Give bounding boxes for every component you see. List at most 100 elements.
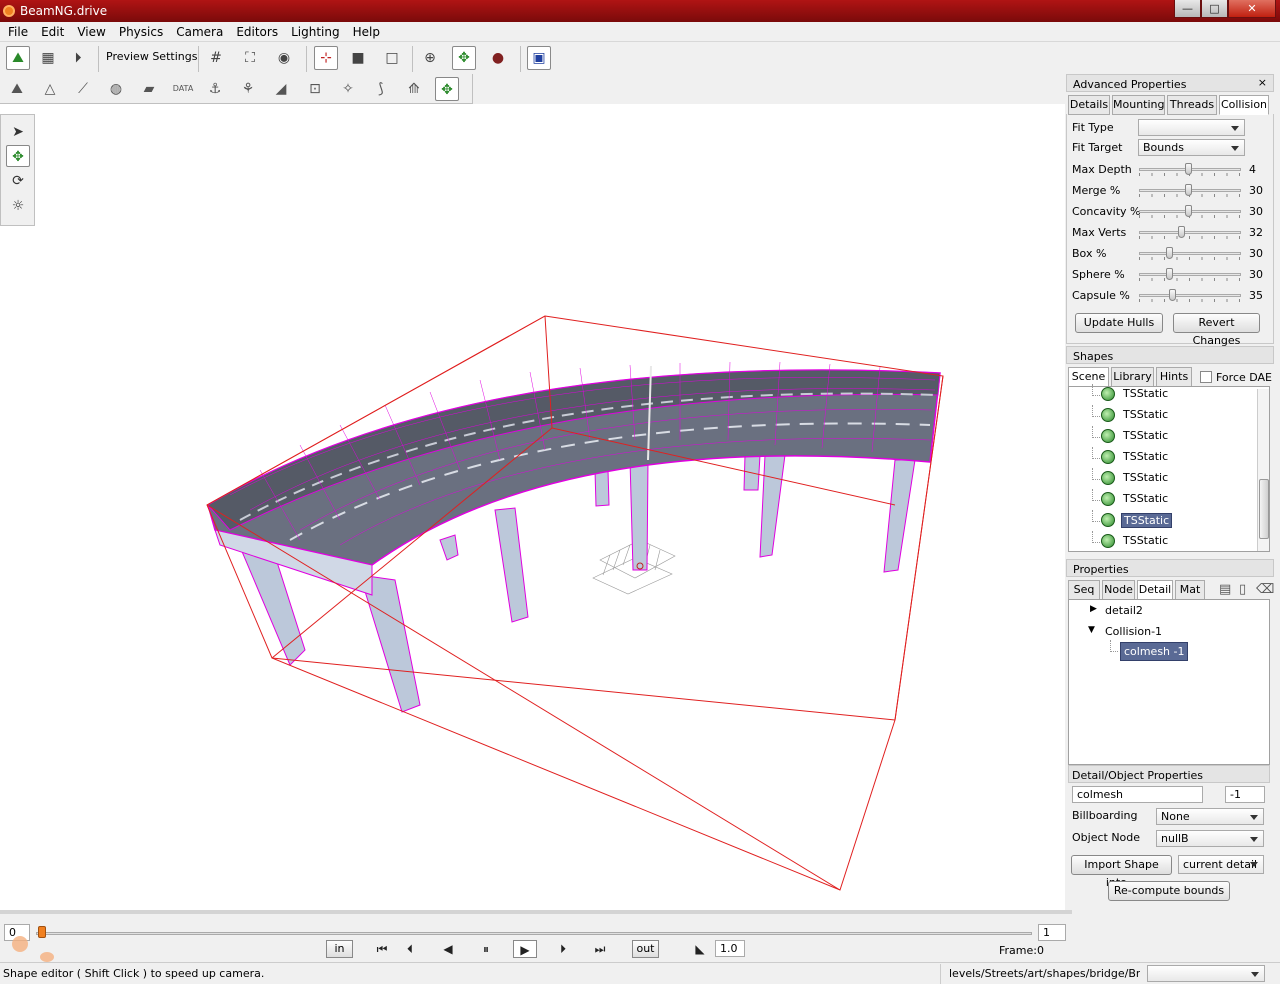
shape-list-item[interactable]: TSStatic (1101, 384, 1251, 404)
skip-end-icon[interactable]: ⏭ (588, 940, 612, 958)
tab-mat[interactable]: Mat (1175, 580, 1205, 600)
path-editor-icon[interactable]: ⟆ (369, 77, 393, 101)
tree-colmesh[interactable]: colmesh -1 (1120, 642, 1189, 661)
scroll-thumb[interactable] (1259, 479, 1269, 539)
shape-list-item[interactable]: TSStatic (1101, 531, 1251, 551)
menu-file[interactable]: File (0, 22, 33, 39)
shape-list-item[interactable]: TSStatic (1101, 468, 1251, 488)
world-editor-icon[interactable]: ⛰ (6, 46, 30, 70)
fit-view-icon[interactable]: ⛶ (238, 46, 262, 70)
timeline-track[interactable] (36, 932, 1032, 935)
wire-box-icon[interactable]: □ (380, 46, 404, 70)
gui-editor-icon[interactable]: ▦ (36, 46, 60, 70)
step-back-icon[interactable]: ⏴ (398, 940, 422, 958)
status-dropdown[interactable] (1147, 965, 1265, 982)
3d-viewport[interactable] (0, 104, 1065, 910)
in-button[interactable]: in (326, 940, 353, 958)
slider[interactable] (1139, 226, 1241, 240)
fit-target-select[interactable]: Bounds (1138, 139, 1245, 156)
material-sphere-icon[interactable]: ● (486, 46, 510, 70)
play-backward-icon[interactable]: ◀ (436, 940, 460, 958)
particle-editor-icon[interactable]: ✧ (336, 77, 360, 101)
save-icon[interactable]: ▤ (1219, 582, 1231, 597)
convex-editor-icon[interactable]: ⟰ (402, 77, 426, 101)
out-button[interactable]: out (632, 940, 659, 958)
timeline-scrubber[interactable] (38, 926, 46, 938)
datablock-editor-icon[interactable]: DATA (171, 77, 195, 101)
recompute-bounds-button[interactable]: Re-compute bounds (1108, 881, 1230, 901)
solid-box-icon[interactable]: ■ (346, 46, 370, 70)
road-editor-icon[interactable]: ⟋ (71, 77, 95, 101)
menu-edit[interactable]: Edit (33, 22, 69, 39)
mesh-icon[interactable]: ✥ (452, 46, 476, 70)
river-editor-icon[interactable]: ◢ (269, 77, 293, 101)
mesh-name-input[interactable]: colmesh (1072, 786, 1203, 803)
tab-mounting[interactable]: Mounting (1112, 95, 1165, 115)
forest-editor-icon[interactable]: ⚘ (236, 77, 260, 101)
force-dae-checkbox[interactable] (1200, 371, 1212, 383)
tab-details[interactable]: Details (1068, 95, 1110, 115)
menu-physics[interactable]: Physics (111, 22, 168, 39)
object-node-select[interactable]: nullB (1156, 830, 1264, 847)
sky-editor-icon[interactable]: ◍ (104, 77, 128, 101)
slider-thumb[interactable] (1185, 184, 1192, 196)
fit-type-select[interactable] (1138, 119, 1245, 136)
revert-changes-button[interactable]: Revert Changes (1173, 313, 1260, 347)
detail-size-input[interactable]: -1 (1225, 786, 1265, 803)
preview-settings-button[interactable]: Preview Settings (106, 50, 197, 63)
skip-start-icon[interactable]: ⏮ (370, 940, 394, 958)
speed-input[interactable]: 1.0 (715, 940, 745, 957)
slider-thumb[interactable] (1185, 205, 1192, 217)
slider[interactable] (1139, 184, 1241, 198)
tab-collision[interactable]: Collision (1219, 95, 1269, 115)
slider[interactable] (1139, 289, 1241, 303)
tab-node[interactable]: Node (1102, 580, 1135, 600)
tree-detail2[interactable]: detail2 (1105, 604, 1143, 617)
play-icon[interactable]: ▶ (513, 940, 537, 958)
object-editor-icon[interactable]: ▰ (137, 77, 161, 101)
slider[interactable] (1139, 247, 1241, 261)
menu-lighting[interactable]: Lighting (283, 22, 345, 39)
slider[interactable] (1139, 163, 1241, 177)
timeline-end-input[interactable]: 1 (1038, 924, 1066, 941)
collapse-arrow-icon[interactable]: ▼ (1088, 625, 1095, 635)
detail-tree[interactable] (1068, 599, 1270, 765)
shape-list-item[interactable]: TSStatic (1101, 426, 1251, 446)
shape-list-item[interactable]: TSStatic (1101, 405, 1251, 425)
close-window-button[interactable]: ✕ (1228, 0, 1276, 18)
grid-icon[interactable]: # (204, 46, 228, 70)
slider-thumb[interactable] (1169, 289, 1176, 301)
tab-detail[interactable]: Detail (1137, 580, 1173, 600)
slider-thumb[interactable] (1166, 247, 1173, 259)
slider-thumb[interactable] (1185, 163, 1192, 175)
shape-list-item[interactable]: TSStatic (1101, 447, 1251, 467)
decal-editor-icon[interactable]: ⚓ (203, 77, 227, 101)
minimize-button[interactable]: — (1174, 0, 1201, 18)
tab-threads[interactable]: Threads (1167, 95, 1217, 115)
step-forward-icon[interactable]: ⏵ (551, 940, 575, 958)
terrain-painter-icon[interactable]: △ (38, 77, 62, 101)
slider[interactable] (1139, 205, 1241, 219)
shapes-scrollbar[interactable] (1257, 389, 1269, 551)
window-icon[interactable]: ▣ (527, 46, 551, 70)
shape-list-item[interactable]: TSStatic (1101, 510, 1251, 530)
tree-collision[interactable]: Collision-1 (1105, 625, 1162, 638)
menu-camera[interactable]: Camera (168, 22, 228, 39)
update-hulls-button[interactable]: Update Hulls (1075, 313, 1163, 333)
rotate-tool-icon[interactable]: ⟳ (6, 170, 30, 192)
billboarding-select[interactable]: None (1156, 808, 1264, 825)
terrain-editor-icon[interactable]: ⛰ (5, 77, 29, 101)
shape-editor-icon[interactable]: ✥ (435, 77, 459, 101)
close-icon[interactable]: × (1258, 76, 1267, 89)
tab-seq[interactable]: Seq (1068, 580, 1100, 600)
menu-help[interactable]: Help (345, 22, 385, 39)
slider-thumb[interactable] (1178, 226, 1185, 238)
import-shape-button[interactable]: Import Shape into... (1071, 855, 1172, 889)
play-game-icon[interactable]: ⏵ (66, 46, 90, 70)
speed-icon[interactable]: ◣ (688, 940, 712, 958)
menu-editors[interactable]: Editors (228, 22, 283, 39)
expand-arrow-icon[interactable]: ▶ (1090, 604, 1097, 614)
delete-icon[interactable]: ⌫ (1256, 582, 1274, 597)
select-arrow-icon[interactable]: ➤ (6, 121, 30, 143)
node-icon[interactable]: ⊕ (418, 46, 442, 70)
